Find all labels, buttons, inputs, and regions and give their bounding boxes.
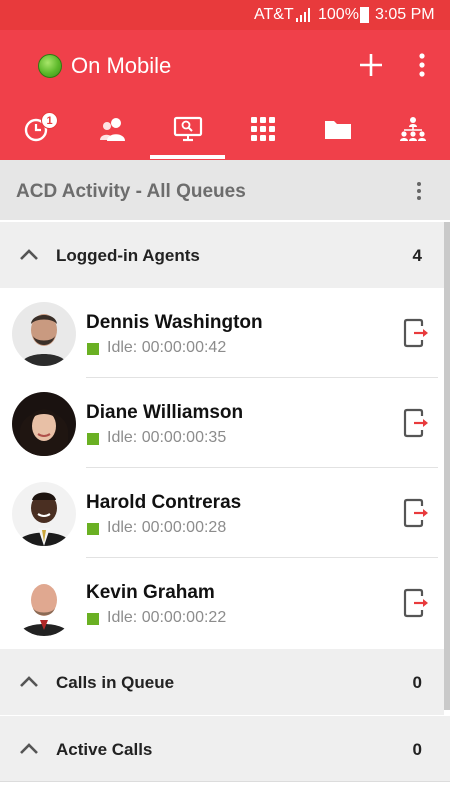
status-bar: AT&T 100% 3:05 PM	[0, 0, 450, 30]
contacts-icon	[99, 118, 125, 141]
agent-name: Dennis Washington	[86, 312, 263, 333]
battery-icon	[360, 7, 369, 23]
chevron-up-icon	[20, 249, 38, 260]
section-label: Active Calls	[56, 740, 153, 759]
chevron-up-icon	[20, 676, 38, 687]
missed-badge: 1	[41, 112, 58, 129]
agent-status: Idle: 00:00:00:22	[107, 609, 227, 626]
acd-monitor-icon	[173, 116, 202, 142]
clock: 3:05 PM	[375, 6, 435, 23]
status-indicator	[87, 433, 99, 445]
agent-name: Diane Williamson	[86, 402, 244, 423]
avatar	[12, 572, 76, 636]
agent-row[interactable]: Diane Williamson Idle: 00:00:00:35	[0, 378, 444, 468]
agent-row[interactable]: Dennis Washington Idle: 00:00:00:42	[0, 288, 444, 378]
carrier-label: AT&T	[254, 6, 294, 23]
chevron-up-icon	[20, 743, 38, 754]
section-calls-in-queue[interactable]: Calls in Queue 0	[0, 649, 444, 715]
logout-icon[interactable]	[402, 588, 430, 618]
agent-name: Harold Contreras	[86, 492, 242, 513]
battery-percent: 100%	[318, 6, 359, 23]
more-vert-icon[interactable]	[410, 50, 434, 80]
more-vert-icon[interactable]	[410, 180, 428, 202]
agent-row[interactable]: Harold Contreras Idle: 00:00:00:28	[0, 468, 444, 558]
section-label: Calls in Queue	[56, 673, 175, 692]
avatar	[12, 302, 76, 366]
logout-icon[interactable]	[402, 318, 430, 348]
agent-status: Idle: 00:00:00:28	[107, 519, 227, 536]
section-active-calls[interactable]: Active Calls 0	[0, 716, 450, 782]
logout-icon[interactable]	[402, 408, 430, 438]
tab-org[interactable]	[375, 100, 450, 158]
agent-name: Kevin Graham	[86, 582, 215, 603]
page-title-bar: ACD Activity - All Queues	[0, 160, 450, 220]
tab-history[interactable]	[0, 100, 75, 158]
presence-status-icon[interactable]	[38, 54, 62, 78]
tab-contacts[interactable]	[75, 100, 150, 158]
add-icon[interactable]	[356, 50, 386, 80]
agent-status: Idle: 00:00:00:42	[107, 339, 227, 356]
avatar	[12, 392, 76, 456]
section-logged-in-agents[interactable]: Logged-in Agents 4	[0, 222, 444, 288]
status-indicator	[87, 613, 99, 625]
page-title: ACD Activity - All Queues	[16, 181, 246, 202]
agent-row[interactable]: Kevin Graham Idle: 00:00:00:22	[0, 558, 444, 648]
agent-status: Idle: 00:00:00:35	[107, 429, 227, 446]
folder-icon	[324, 121, 351, 139]
status-indicator	[87, 343, 99, 355]
avatar	[12, 482, 76, 546]
section-count: 0	[412, 740, 422, 759]
tab-selected-indicator	[150, 155, 225, 159]
section-label: Logged-in Agents	[56, 246, 200, 265]
section-count: 0	[412, 673, 422, 692]
scrollbar[interactable]	[444, 222, 450, 710]
divider	[0, 781, 450, 782]
tab-files[interactable]	[300, 100, 375, 158]
tab-dialpad[interactable]	[225, 100, 300, 158]
tab-acd-activity[interactable]	[150, 100, 225, 158]
section-count: 4	[412, 246, 422, 265]
logout-icon[interactable]	[402, 498, 430, 528]
signal-icon	[296, 8, 310, 22]
org-chart-icon	[399, 117, 426, 141]
dialpad-icon	[250, 117, 275, 141]
status-indicator	[87, 523, 99, 535]
presence-label[interactable]: On Mobile	[71, 53, 171, 79]
